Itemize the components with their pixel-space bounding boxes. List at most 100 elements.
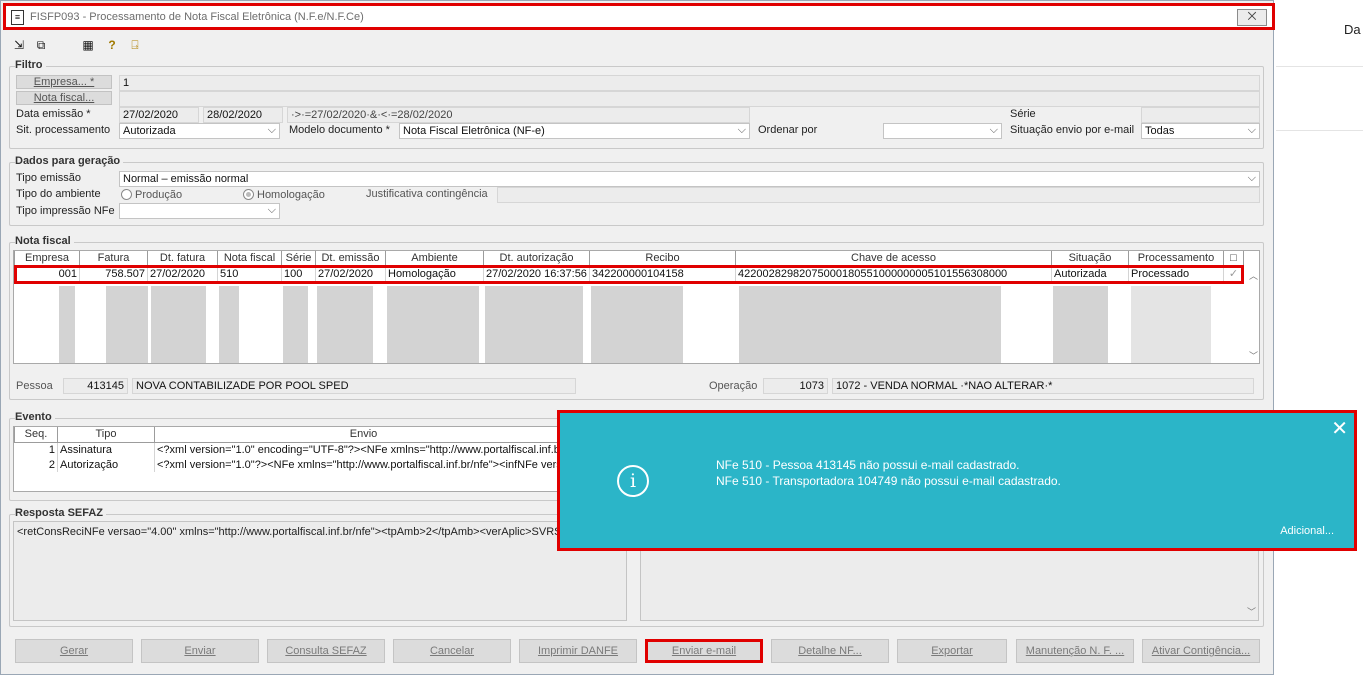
adicional-link[interactable]: Adicional... bbox=[1280, 525, 1334, 537]
modelo-documento-label: Modelo documento * bbox=[289, 124, 390, 136]
blurred-column bbox=[739, 286, 1001, 363]
blurred-column bbox=[106, 286, 148, 363]
cell-tipo: Assinatura bbox=[57, 442, 155, 457]
producao-radio[interactable] bbox=[121, 189, 132, 200]
empresa-field[interactable]: 1 bbox=[119, 75, 1260, 91]
data-fim-field[interactable]: 28/02/2020 bbox=[203, 107, 283, 123]
column-header[interactable]: Nota fiscal bbox=[217, 251, 282, 267]
blurred-column bbox=[387, 286, 479, 363]
column-header[interactable]: Fatura bbox=[79, 251, 148, 267]
table-header: Seq. Tipo Envio bbox=[14, 427, 573, 443]
cell-seq: 1 bbox=[14, 442, 58, 457]
export-icon[interactable]: ⇲ bbox=[12, 38, 26, 52]
pessoa-code-field[interactable]: 413145 bbox=[63, 378, 128, 394]
tipo-emissao-select[interactable]: Normal – emissão normal bbox=[119, 171, 1260, 187]
help-icon[interactable]: ? bbox=[105, 38, 119, 52]
envio-email-label: Situação envio por e-mail bbox=[1010, 124, 1135, 136]
data-expression-field: ·>·=27/02/2020·&·<·=28/02/2020 bbox=[287, 107, 750, 123]
operacao-code-field[interactable]: 1073 bbox=[763, 378, 828, 394]
column-header[interactable]: Dt. emissão bbox=[315, 251, 386, 267]
filter-title: Filtro bbox=[15, 59, 46, 71]
column-header[interactable]: Envio bbox=[154, 427, 573, 443]
blurred-column bbox=[1131, 286, 1211, 363]
exit-icon[interactable]: ⍈ bbox=[128, 38, 142, 52]
data-emissao-label: Data emissão * bbox=[16, 108, 91, 120]
column-header[interactable]: Série bbox=[281, 251, 316, 267]
nota-fiscal-title: Nota fiscal bbox=[15, 235, 74, 247]
column-header[interactable]: Chave de acesso bbox=[735, 251, 1052, 267]
operacao-desc-field[interactable]: 1072 - VENDA NORMAL ·*NAO ALTERAR·* bbox=[832, 378, 1254, 394]
tipo-impressao-label: Tipo impressão NFe bbox=[16, 205, 115, 217]
serie-field[interactable] bbox=[1141, 107, 1260, 123]
scroll-down-icon[interactable]: ﹀ bbox=[1247, 605, 1256, 618]
blurred-column bbox=[151, 286, 206, 363]
sit-processamento-label: Sit. processamento bbox=[16, 124, 111, 136]
nota-fiscal-button[interactable]: Nota fiscal... bbox=[16, 91, 112, 105]
evento-table: Seq. Tipo Envio 1 Assinatura <?xml versi… bbox=[14, 427, 573, 472]
background-divider bbox=[1276, 66, 1363, 67]
homologacao-radio[interactable] bbox=[243, 189, 254, 200]
justificativa-label: Justificativa contingência bbox=[366, 188, 488, 200]
data-inicio-field[interactable]: 27/02/2020 bbox=[119, 107, 199, 123]
grid-icon[interactable]: ▦ bbox=[81, 38, 95, 52]
close-icon[interactable]: ✕ bbox=[1331, 416, 1348, 441]
empresa-button[interactable]: Empresa... * bbox=[16, 75, 112, 89]
cell-seq: 2 bbox=[14, 457, 58, 472]
envio-email-select[interactable]: Todas bbox=[1141, 123, 1260, 139]
blurred-column bbox=[1053, 286, 1108, 363]
manutencao-nf-button[interactable]: Manutenção N. F. ... bbox=[1016, 639, 1134, 663]
column-header[interactable]: Dt. fatura bbox=[147, 251, 218, 267]
ordenar-por-select[interactable] bbox=[883, 123, 1002, 139]
column-header[interactable]: Empresa bbox=[14, 251, 80, 267]
column-header[interactable]: Situação bbox=[1051, 251, 1129, 267]
title-bar: ≡ FISFP093 - Processamento de Nota Fisca… bbox=[3, 3, 1275, 30]
column-header[interactable]: Dt. autorização bbox=[483, 251, 590, 267]
column-header[interactable]: Processamento bbox=[1128, 251, 1224, 267]
blurred-column bbox=[219, 286, 239, 363]
cell-envio: <?xml version="1.0" encoding="UTF-8"?><N… bbox=[154, 442, 573, 457]
evento-title: Evento bbox=[15, 411, 55, 423]
ativar-contingencia-button[interactable]: Ativar Contigência... bbox=[1142, 639, 1260, 663]
gerar-button[interactable]: Gerar bbox=[15, 639, 133, 663]
sit-processamento-select[interactable]: Autorizada bbox=[119, 123, 280, 139]
notification-toast: ✕ i NFe 510 - Pessoa 413145 não possui e… bbox=[557, 410, 1357, 551]
enviar-email-button[interactable]: Enviar e-mail bbox=[645, 639, 763, 663]
cancelar-button[interactable]: Cancelar bbox=[393, 639, 511, 663]
background-app-text: Da bbox=[1344, 22, 1361, 37]
blurred-column bbox=[59, 286, 75, 363]
nota-fiscal-field[interactable] bbox=[119, 91, 1260, 107]
blurred-column bbox=[591, 286, 683, 363]
blurred-column bbox=[485, 286, 583, 363]
table-row[interactable]: 2 Autorização <?xml version="1.0"?><NFe … bbox=[14, 457, 573, 472]
blurred-column bbox=[283, 286, 308, 363]
column-header[interactable]: Tipo bbox=[57, 427, 155, 443]
message-line: NFe 510 - Pessoa 413145 não possui e-mai… bbox=[716, 458, 1020, 472]
pessoa-label: Pessoa bbox=[16, 380, 53, 392]
close-window-button[interactable]: ⨉ bbox=[1237, 9, 1267, 26]
detalhe-nf-button[interactable]: Detalhe NF... bbox=[771, 639, 889, 663]
pessoa-name-field[interactable]: NOVA CONTABILIZADE POR POOL SPED bbox=[132, 378, 576, 394]
column-header[interactable]: Seq. bbox=[14, 427, 58, 443]
modelo-documento-select[interactable]: Nota Fiscal Eletrônica (NF-e) bbox=[399, 123, 750, 139]
table-row[interactable]: 1 Assinatura <?xml version="1.0" encodin… bbox=[14, 442, 573, 457]
background-divider bbox=[1276, 130, 1363, 131]
scroll-down-icon[interactable]: ﹀ bbox=[1249, 349, 1258, 362]
column-header[interactable]: Recibo bbox=[589, 251, 736, 267]
tipo-ambiente-label: Tipo do ambiente bbox=[16, 188, 101, 200]
producao-label: Produção bbox=[135, 189, 183, 201]
exportar-button[interactable]: Exportar bbox=[897, 639, 1007, 663]
justificativa-field[interactable] bbox=[497, 187, 1260, 203]
column-header[interactable]: Ambiente bbox=[385, 251, 484, 267]
select-all-checkbox[interactable]: □ bbox=[1223, 251, 1244, 267]
message-line: NFe 510 - Transportadora 104749 não poss… bbox=[716, 474, 1061, 488]
resposta-text: <retConsReciNFe versao="4.00" xmlns="htt… bbox=[17, 526, 562, 538]
selected-row-highlight bbox=[14, 265, 1244, 284]
copy-icon[interactable]: ⧉ bbox=[34, 38, 48, 52]
resposta-title: Resposta SEFAZ bbox=[15, 507, 107, 519]
enviar-button[interactable]: Enviar bbox=[141, 639, 259, 663]
imprimir-danfe-button[interactable]: Imprimir DANFE bbox=[519, 639, 637, 663]
scroll-up-icon[interactable]: ︿ bbox=[1249, 269, 1258, 282]
tipo-impressao-select[interactable] bbox=[119, 203, 280, 219]
operacao-label: Operação bbox=[709, 380, 758, 392]
consulta-sefaz-button[interactable]: Consulta SEFAZ bbox=[267, 639, 385, 663]
